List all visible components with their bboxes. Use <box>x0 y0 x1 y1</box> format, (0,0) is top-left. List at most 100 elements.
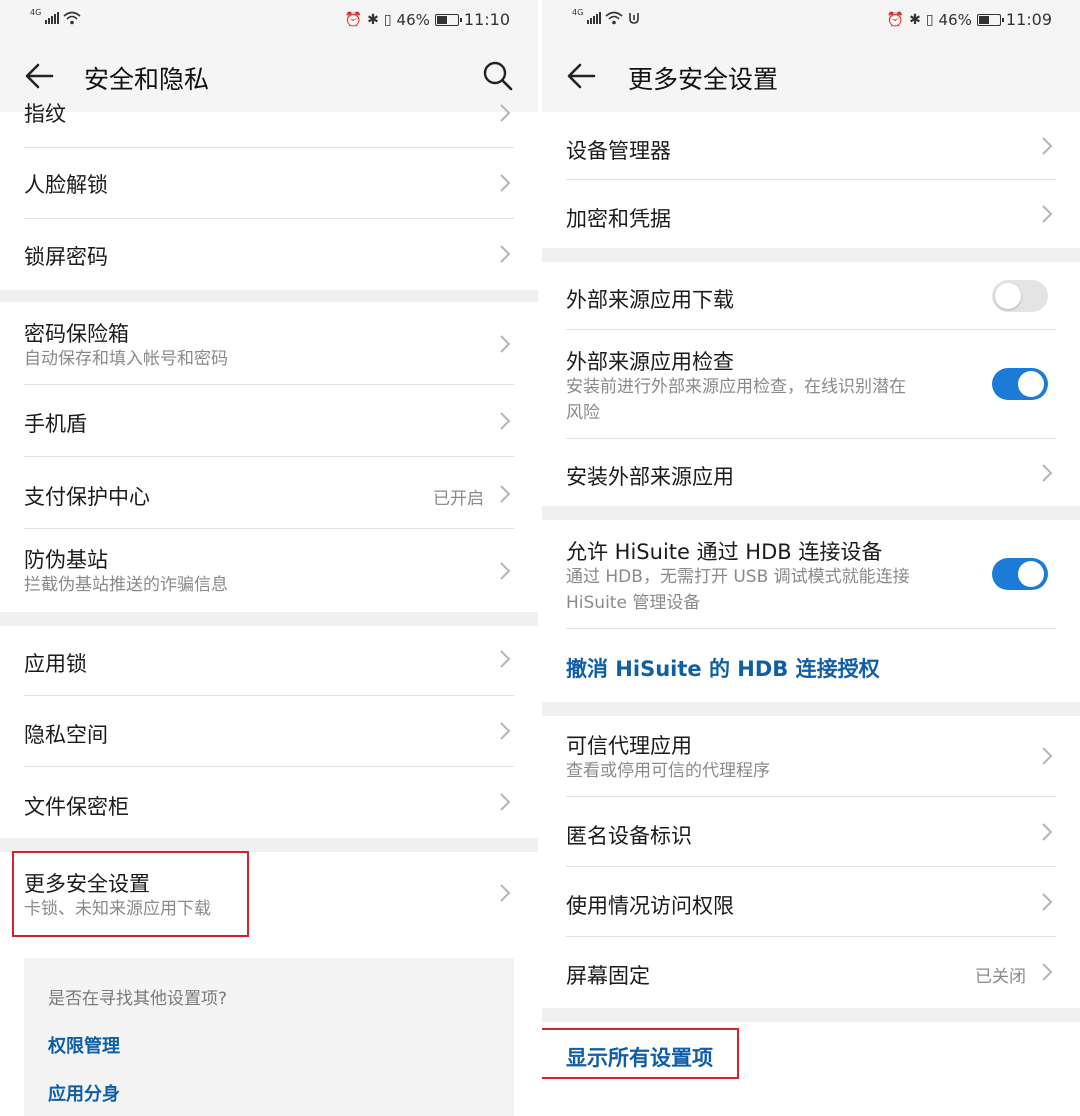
bluetooth-icon: ✱ <box>909 11 921 28</box>
settings-group-advanced: 可信代理应用 查看或停用可信的代理程序 匿名设备标识 使用情况访问权限 屏幕固定… <box>542 716 1080 1008</box>
clock: 11:09 <box>1005 10 1052 29</box>
list-item-device-manager[interactable]: 设备管理器 <box>566 112 1056 180</box>
chevron-right-icon <box>1042 747 1053 765</box>
chevron-right-icon <box>1042 137 1053 155</box>
link-text: 撤消 HiSuite 的 HDB 连接授权 <box>566 657 880 681</box>
item-title: 使用情况访问权限 <box>566 894 734 918</box>
item-title: 密码保险箱 <box>24 322 129 346</box>
item-title: 人脸解锁 <box>24 173 108 197</box>
back-arrow-icon[interactable] <box>564 58 600 94</box>
list-item-password-vault[interactable]: 密码保险箱 自动保存和填入帐号和密码 <box>24 302 514 385</box>
list-item-anonymous-id[interactable]: 匿名设备标识 <box>566 797 1056 867</box>
chevron-right-icon <box>500 793 511 811</box>
chevron-right-icon <box>500 245 511 263</box>
list-item-usage-access[interactable]: 使用情况访问权限 <box>566 867 1056 937</box>
item-title: 锁屏密码 <box>24 245 108 269</box>
list-item-lock-password[interactable]: 锁屏密码 <box>24 219 514 290</box>
chevron-right-icon <box>1042 963 1053 981</box>
revoke-hdb-link[interactable]: 撤消 HiSuite 的 HDB 连接授权 <box>566 629 1056 702</box>
battery-icon <box>976 13 1004 26</box>
item-subtitle: 查看或停用可信的代理程序 <box>566 761 770 781</box>
vibrate-icon: ▯ <box>925 11 934 28</box>
item-title: 加密和凭据 <box>566 207 671 231</box>
chevron-right-icon <box>1042 205 1053 223</box>
item-title: 外部来源应用下载 <box>566 288 734 312</box>
chevron-right-icon <box>500 104 511 122</box>
bluetooth-icon: ✱ <box>367 11 379 28</box>
item-title: 文件保密柜 <box>24 795 129 819</box>
status-bar: 4G ⏰ ✱ ▯ 46% 11:10 <box>0 0 538 40</box>
usb-debug-icon <box>629 13 640 24</box>
item-title: 应用锁 <box>24 652 87 676</box>
alarm-icon: ⏰ <box>344 11 363 28</box>
battery-icon <box>434 13 462 26</box>
item-title: 安装外部来源应用 <box>566 465 734 489</box>
list-item-private-space[interactable]: 隐私空间 <box>24 696 514 767</box>
clock: 11:10 <box>463 10 510 29</box>
item-title: 隐私空间 <box>24 723 108 747</box>
list-item-external-check[interactable]: 外部来源应用检查 安装前进行外部来源应用检查，在线识别潜在 风险 <box>566 330 1056 439</box>
external-download-toggle[interactable] <box>992 280 1048 312</box>
link-app-twin[interactable]: 应用分身 <box>48 1080 120 1106</box>
item-subtitle: 卡锁、未知来源应用下载 <box>24 899 211 919</box>
link-permission-management[interactable]: 权限管理 <box>48 1032 120 1058</box>
chevron-right-icon <box>1042 823 1053 841</box>
hisuite-hdb-toggle[interactable] <box>992 558 1048 590</box>
alarm-icon: ⏰ <box>886 11 905 28</box>
suggestion-card: 是否在寻找其他设置项? 权限管理 应用分身 <box>24 958 514 1116</box>
external-check-toggle[interactable] <box>992 368 1048 400</box>
settings-group-external-apps: 外部来源应用下载 外部来源应用检查 安装前进行外部来源应用检查，在线识别潜在 风… <box>542 262 1080 506</box>
wifi-icon <box>63 11 81 25</box>
list-item-screen-pinning[interactable]: 屏幕固定 已关闭 <box>566 937 1056 1008</box>
settings-group-hisuite: 允许 HiSuite 通过 HDB 连接设备 通过 HDB，无需打开 USB 调… <box>542 520 1080 702</box>
list-item-phone-shield[interactable]: 手机盾 <box>24 385 514 457</box>
show-all-section: 显示所有设置项 <box>542 1022 1080 1116</box>
list-item-fingerprint[interactable]: 指纹 <box>24 78 514 148</box>
show-all-settings-link[interactable]: 显示所有设置项 <box>566 1042 713 1072</box>
item-subtitle: 通过 HDB，无需打开 USB 调试模式就能连接 HiSuite 管理设备 <box>566 567 910 613</box>
app-bar: 更多安全设置 <box>542 40 1080 112</box>
chevron-right-icon <box>500 485 511 503</box>
item-title: 设备管理器 <box>566 139 671 163</box>
signal-icon <box>45 12 60 24</box>
item-title: 屏幕固定 <box>566 964 650 988</box>
list-item-face-unlock[interactable]: 人脸解锁 <box>24 148 514 219</box>
item-title: 支付保护中心 <box>24 485 150 509</box>
item-title: 可信代理应用 <box>566 734 692 758</box>
item-title: 外部来源应用检查 <box>566 350 734 374</box>
network-type: 4G <box>30 7 42 17</box>
signal-icon <box>587 12 602 24</box>
list-item-app-lock[interactable]: 应用锁 <box>24 626 514 696</box>
vibrate-icon: ▯ <box>383 11 392 28</box>
network-type: 4G <box>572 7 584 17</box>
status-value: 已开启 <box>433 489 484 509</box>
list-item-external-download[interactable]: 外部来源应用下载 <box>566 262 1056 330</box>
chevron-right-icon <box>1042 893 1053 911</box>
chevron-right-icon <box>500 335 511 353</box>
list-item-encryption[interactable]: 加密和凭据 <box>566 180 1056 248</box>
battery-percent: 46% <box>938 10 972 29</box>
list-item-install-external[interactable]: 安装外部来源应用 <box>566 439 1056 506</box>
settings-group-biometrics: 指纹 人脸解锁 锁屏密码 <box>0 102 538 290</box>
suggestion-question: 是否在寻找其他设置项? <box>48 989 228 1009</box>
battery-percent: 46% <box>396 10 430 29</box>
list-item-file-safe[interactable]: 文件保密柜 <box>24 767 514 838</box>
chevron-right-icon <box>500 412 511 430</box>
list-item-more-security[interactable]: 更多安全设置 卡锁、未知来源应用下载 <box>24 852 514 936</box>
list-item-trust-agents[interactable]: 可信代理应用 查看或停用可信的代理程序 <box>566 716 1056 797</box>
list-item-anti-fake-station[interactable]: 防伪基站 拦截伪基站推送的诈骗信息 <box>24 529 514 612</box>
left-screen: 4G ⏰ ✱ ▯ 46% 11:10 安全和隐私 指纹 人脸解锁 锁屏密码 密码… <box>0 0 538 1116</box>
chevron-right-icon <box>500 884 511 902</box>
item-subtitle: 安装前进行外部来源应用检查，在线识别潜在 风险 <box>566 377 906 423</box>
settings-group-security: 密码保险箱 自动保存和填入帐号和密码 手机盾 支付保护中心 已开启 防伪基站 拦… <box>0 302 538 612</box>
item-title: 手机盾 <box>24 412 87 436</box>
right-screen: 4G ⏰ ✱ ▯ 46% 11:09 更多安全设置 设备管理器 加密和凭据 外部… <box>542 0 1080 1116</box>
item-title: 更多安全设置 <box>24 872 150 896</box>
chevron-right-icon <box>1042 464 1053 482</box>
list-item-hisuite-hdb[interactable]: 允许 HiSuite 通过 HDB 连接设备 通过 HDB，无需打开 USB 调… <box>566 520 1056 629</box>
item-title: 防伪基站 <box>24 548 108 572</box>
list-item-payment-protection[interactable]: 支付保护中心 已开启 <box>24 457 514 529</box>
item-title: 匿名设备标识 <box>566 824 692 848</box>
chevron-right-icon <box>500 650 511 668</box>
wifi-icon <box>605 11 623 25</box>
